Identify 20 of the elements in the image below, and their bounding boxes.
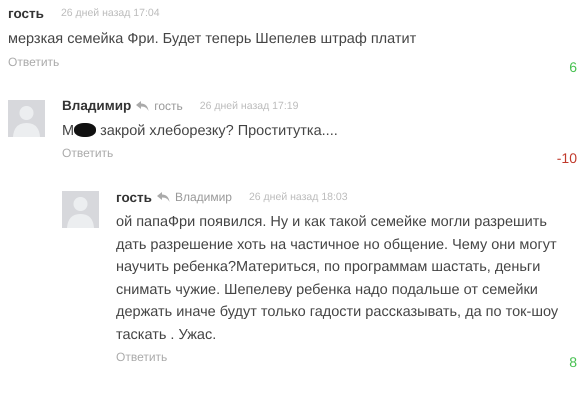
comment-score: -10 [556, 150, 577, 166]
comment-text: ой папаФри появился. Ну и как такой семейке могли разрешить дать разрешение хоть на частичное но общение. Чему они могут научить ребенка?Материться, по программам шастать, деньги снимать чужие. Шепелеву ребенка надо подальше от семейки держать иначе будут только гадости рассказывать, да по ток-шоу таскать . Ужас. [116, 214, 558, 342]
comment-author[interactable]: гость [116, 190, 152, 204]
comment-time: 26 дней назад 17:04 [60, 7, 160, 19]
reply-link[interactable]: Ответить [62, 146, 114, 160]
comment-text: мерзкая семейка Фри. Будет теперь Шепелев штраф платит [8, 31, 416, 47]
comment-score: 6 [569, 58, 577, 74]
comment-score: 8 [569, 354, 577, 370]
comment-time: 26 дней назад 18:03 [248, 191, 348, 203]
reply-link[interactable]: Ответить [116, 350, 168, 364]
comment-text: закрой хлеборезку? Проститутка.... [100, 122, 338, 138]
reply-to-name[interactable]: гость [154, 98, 183, 112]
reply-to-name[interactable]: Владимир [174, 190, 232, 204]
reply-link[interactable]: Ответить [8, 54, 60, 68]
comment-time: 26 дней назад 17:19 [200, 100, 298, 112]
reply-arrow-icon [136, 100, 150, 110]
comment-author[interactable]: гость [8, 6, 44, 20]
reply-arrow-icon [156, 192, 170, 202]
comment-text: М [62, 122, 74, 138]
comment-author[interactable]: Владимир [62, 98, 132, 113]
